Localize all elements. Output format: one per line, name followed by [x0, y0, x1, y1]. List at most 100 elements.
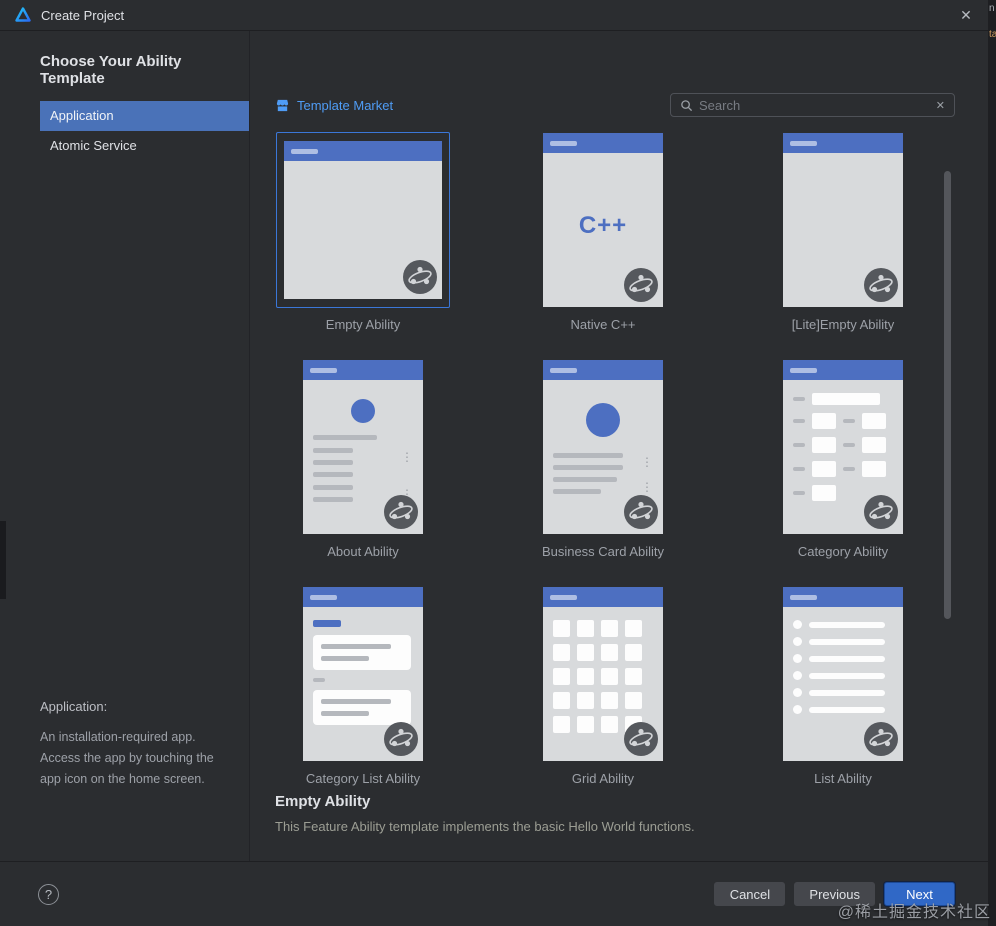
- template-card-business-card[interactable]: Business Card Ability: [490, 359, 716, 562]
- template-card-label: Empty Ability: [325, 317, 401, 332]
- placeholder-box: [812, 437, 836, 453]
- template-grid: Empty Ability C++ Native C++ [Lite]Empty…: [250, 132, 988, 789]
- template-card-empty[interactable]: [Lite]Empty Ability: [730, 132, 956, 335]
- placeholder-list-row: [793, 688, 885, 697]
- placeholder-tile: [577, 620, 594, 637]
- placeholder-tile: [601, 644, 618, 661]
- placeholder-tile: [577, 644, 594, 661]
- template-card-label: Native C++: [570, 317, 636, 332]
- template-card-native-cpp[interactable]: C++ Native C++: [490, 132, 716, 335]
- preview-titlebar: [543, 133, 663, 153]
- placeholder-dash: [793, 491, 805, 495]
- preview-titlebar: [303, 360, 423, 380]
- placeholder-bar: [321, 711, 369, 716]
- sidebar-item-atomic-service[interactable]: Atomic Service: [40, 131, 249, 161]
- template-card-category[interactable]: Category Ability: [730, 359, 956, 562]
- placeholder-tile: [577, 692, 594, 709]
- help-button[interactable]: ?: [38, 883, 59, 905]
- search-box: ✕: [670, 93, 955, 117]
- clear-search-icon[interactable]: ✕: [936, 99, 945, 112]
- placeholder-row: [313, 448, 413, 477]
- placeholder-tile: [553, 668, 570, 685]
- preview-titlebar: [284, 141, 442, 161]
- placeholder-tile: [553, 692, 570, 709]
- template-card-frame: [276, 132, 450, 308]
- placeholder-list-row: [793, 637, 885, 646]
- placeholder-bar: [809, 655, 885, 662]
- template-gallery: Template Market ✕: [250, 31, 988, 861]
- placeholder-bar: [553, 465, 623, 470]
- template-preview: [303, 360, 423, 534]
- placeholder-bar: [553, 489, 601, 494]
- template-card-grid[interactable]: Grid Ability: [490, 586, 716, 789]
- search-input[interactable]: [699, 97, 930, 113]
- placeholder-bar: [321, 644, 391, 649]
- template-card-frame: [302, 359, 424, 535]
- placeholder-card: [313, 690, 411, 725]
- template-card-frame: [542, 359, 664, 535]
- placeholder-dash: [793, 467, 805, 471]
- template-market-icon: [275, 98, 290, 113]
- placeholder-bar: [313, 460, 353, 465]
- template-preview: [303, 587, 423, 761]
- avatar-placeholder: [586, 403, 620, 437]
- cancel-button[interactable]: Cancel: [714, 882, 786, 906]
- placeholder-bar: [553, 453, 623, 458]
- preview-titlebar: [783, 360, 903, 380]
- placeholder-bar: [553, 477, 617, 482]
- placeholder-bullet: [793, 654, 802, 663]
- watermark: @稀土掘金技术社区: [837, 904, 991, 921]
- placeholder-dash: [793, 443, 805, 447]
- placeholder-tile: [577, 668, 594, 685]
- harmony-ability-icon: [864, 268, 898, 302]
- harmony-ability-icon: [624, 722, 658, 756]
- placeholder-box: [862, 437, 886, 453]
- placeholder-bullet: [793, 705, 802, 714]
- template-card-about[interactable]: About Ability: [250, 359, 476, 562]
- placeholder-list-row: [793, 671, 885, 680]
- cpp-logo: C++: [578, 212, 628, 239]
- harmony-ability-icon: [624, 495, 658, 529]
- template-card-label: About Ability: [327, 544, 399, 559]
- placeholder-row: [793, 461, 893, 477]
- harmony-ability-icon: [864, 722, 898, 756]
- harmony-ability-icon: [403, 260, 437, 294]
- placeholder-bar: [809, 638, 885, 645]
- placeholder-bar: [321, 699, 391, 704]
- placeholder-list-row: [793, 705, 885, 714]
- preview-title-placeholder: [790, 594, 817, 600]
- preview-title-placeholder: [790, 367, 817, 373]
- dialog-title: Create Project: [41, 7, 125, 23]
- dialog-heading: Choose Your Ability Template: [40, 53, 182, 87]
- deveco-studio-logo-icon: [15, 7, 31, 23]
- scrollbar-thumb[interactable]: [944, 171, 951, 619]
- preview-titlebar: [543, 587, 663, 607]
- template-preview: C++: [543, 133, 663, 307]
- placeholder-tile: [577, 716, 594, 733]
- template-card-category-list[interactable]: Category List Ability: [250, 586, 476, 789]
- placeholder-tile: [553, 716, 570, 733]
- placeholder-tile: [601, 668, 618, 685]
- placeholder-bar: [809, 689, 885, 696]
- preview-title-placeholder: [310, 367, 337, 373]
- template-preview: [783, 587, 903, 761]
- dialog-titlebar: Create Project ✕: [0, 0, 988, 31]
- harmony-ability-icon: [384, 495, 418, 529]
- placeholder-bar: [313, 448, 353, 453]
- placeholder-dash: [843, 467, 855, 471]
- overflow-dots-icon: [641, 453, 653, 471]
- placeholder-dash: [793, 419, 805, 423]
- placeholder-card: [313, 635, 411, 670]
- background-text-fragment: ta: [989, 29, 996, 40]
- template-card-list[interactable]: List Ability: [730, 586, 956, 789]
- template-card-frame: [302, 586, 424, 762]
- close-icon[interactable]: ✕: [954, 3, 978, 27]
- background-window-sliver: [0, 521, 6, 599]
- placeholder-bullet: [793, 637, 802, 646]
- template-market-link[interactable]: Template Market: [275, 98, 393, 113]
- sidebar-item-application[interactable]: Application: [40, 101, 249, 131]
- template-card-empty[interactable]: Empty Ability: [250, 132, 476, 335]
- placeholder-bar: [321, 656, 369, 661]
- placeholder-bullet: [793, 671, 802, 680]
- preview-title-placeholder: [291, 148, 318, 154]
